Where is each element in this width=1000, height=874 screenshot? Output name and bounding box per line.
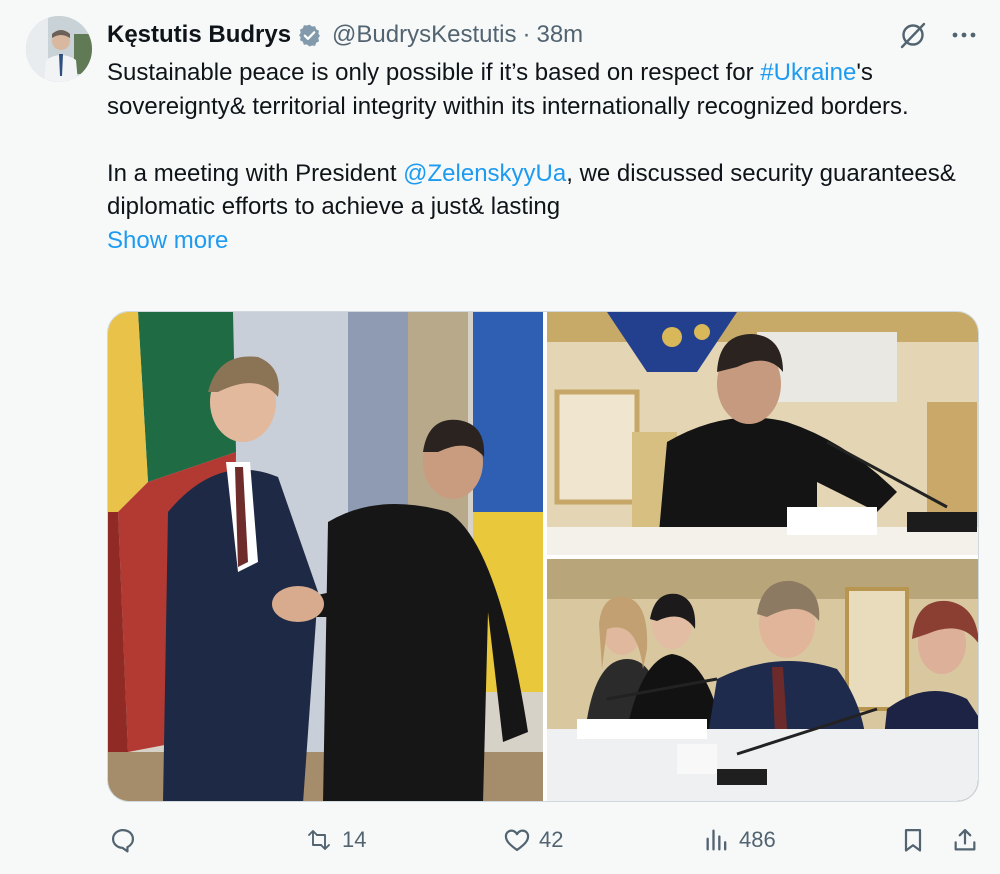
more-icon[interactable] (950, 21, 978, 54)
tweet: Kęstutis Budrys @BudrysKestutis · 38m Su… (0, 0, 1000, 874)
views-count: 486 (739, 827, 776, 852)
grok-icon[interactable] (898, 20, 928, 55)
bookmark-button[interactable] (899, 826, 927, 854)
media-grid (107, 311, 979, 802)
reply-icon (109, 826, 137, 854)
tweet-text-segment: Sustainable peace is only possible if it… (107, 59, 761, 86)
like-icon (503, 826, 531, 854)
tweet-header: Kęstutis Budrys @BudrysKestutis · 38m (107, 18, 583, 52)
handle[interactable]: @BudrysKestutis (332, 21, 516, 49)
separator-dot: · (522, 21, 531, 48)
views-icon (703, 826, 731, 854)
tweet-text: Sustainable peace is only possible if it… (107, 56, 967, 257)
verified-badge-icon (297, 23, 322, 48)
tweet-text-segment: In a meeting with President (107, 159, 404, 187)
tweet-paragraph: In a meeting with President @ZelenskyyUa… (107, 157, 967, 224)
retweet-count: 14 (342, 827, 367, 852)
timestamp[interactable]: 38m (536, 21, 583, 49)
reply-button[interactable] (109, 826, 145, 854)
show-more-link[interactable]: Show more (107, 224, 967, 258)
display-name[interactable]: Kęstutis Budrys (107, 21, 291, 49)
bookmark-icon (899, 826, 927, 854)
views-button[interactable]: 486 (703, 826, 776, 854)
share-button[interactable] (951, 826, 979, 854)
photo-handshake[interactable] (108, 312, 543, 801)
share-icon (951, 826, 979, 854)
like-count: 42 (539, 827, 564, 852)
photo-meeting-delegation[interactable] (547, 559, 978, 801)
mention-link[interactable]: @ZelenskyyUa (403, 160, 566, 187)
tweet-top-actions (898, 20, 978, 55)
tweet-actions: 14 42 486 (107, 822, 979, 862)
retweet-button[interactable]: 14 (304, 826, 366, 854)
like-button[interactable]: 42 (503, 826, 563, 854)
photo-zelensky-table[interactable] (547, 312, 978, 555)
retweet-icon (304, 826, 334, 854)
avatar[interactable] (26, 16, 92, 82)
hashtag-link[interactable]: #Ukraine (760, 59, 856, 86)
tweet-paragraph: Sustainable peace is only possible if it… (107, 56, 967, 123)
